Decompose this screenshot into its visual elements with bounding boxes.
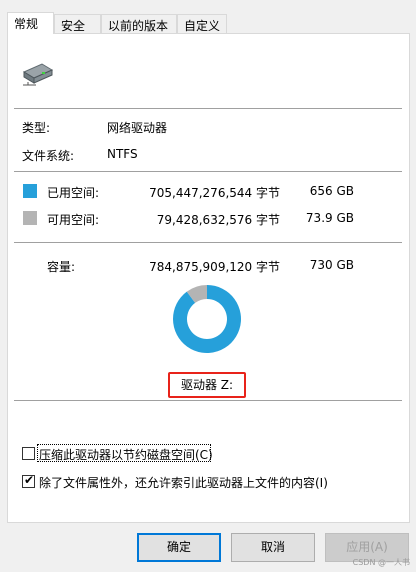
checkmark-icon: ✔ [24,473,35,487]
compress-drive-checkbox[interactable] [22,447,35,460]
network-drive-icon [22,63,54,86]
free-space-bytes: 79,428,632,576 字节 [156,213,280,227]
disk-usage-donut-chart [173,285,241,353]
used-space-bytes: 705,447,276,544 字节 [149,186,280,200]
tab-general[interactable]: 常规 [7,12,54,34]
drive-properties-window: { "tabs": [ {"label": "常规", "active": tr… [0,0,416,572]
free-space-color-swatch [23,211,37,225]
tab-bar: 常规 安全 以前的版本 自定义 [7,12,409,34]
used-space-color-swatch [23,184,37,198]
type-label: 类型: [22,121,51,135]
filesystem-value: NTFS [107,147,138,161]
free-space-label: 可用空间: [47,213,100,227]
used-space-label: 已用空间: [47,186,100,200]
tab-previous-versions[interactable]: 以前的版本 [101,14,177,34]
divider [14,108,402,109]
divider [14,400,402,401]
cancel-button[interactable]: 取消 [231,533,315,562]
type-value: 网络驱动器 [107,121,168,135]
drive-label: 驱动器 Z: [180,378,234,392]
allow-indexing-checkbox[interactable]: ✔ [22,473,35,488]
capacity-bytes: 784,875,909,120 字节 [149,260,280,274]
capacity-label: 容量: [47,260,76,274]
filesystem-label: 文件系统: [22,149,75,163]
tab-security[interactable]: 安全 [54,14,101,34]
capacity-size: 730 GB [309,258,354,272]
divider [14,242,402,243]
ok-button[interactable]: 确定 [137,533,221,562]
free-space-size: 73.9 GB [305,211,354,225]
divider [14,171,402,172]
compress-drive-label[interactable]: 压缩此驱动器以节约磁盘空间(C) [39,446,213,463]
used-space-size: 656 GB [309,184,354,198]
allow-indexing-label[interactable]: 除了文件属性外，还允许索引此驱动器上文件的内容(I) [39,474,328,491]
tab-customize[interactable]: 自定义 [177,14,227,34]
watermark: CSDN @一人书 [352,558,410,567]
